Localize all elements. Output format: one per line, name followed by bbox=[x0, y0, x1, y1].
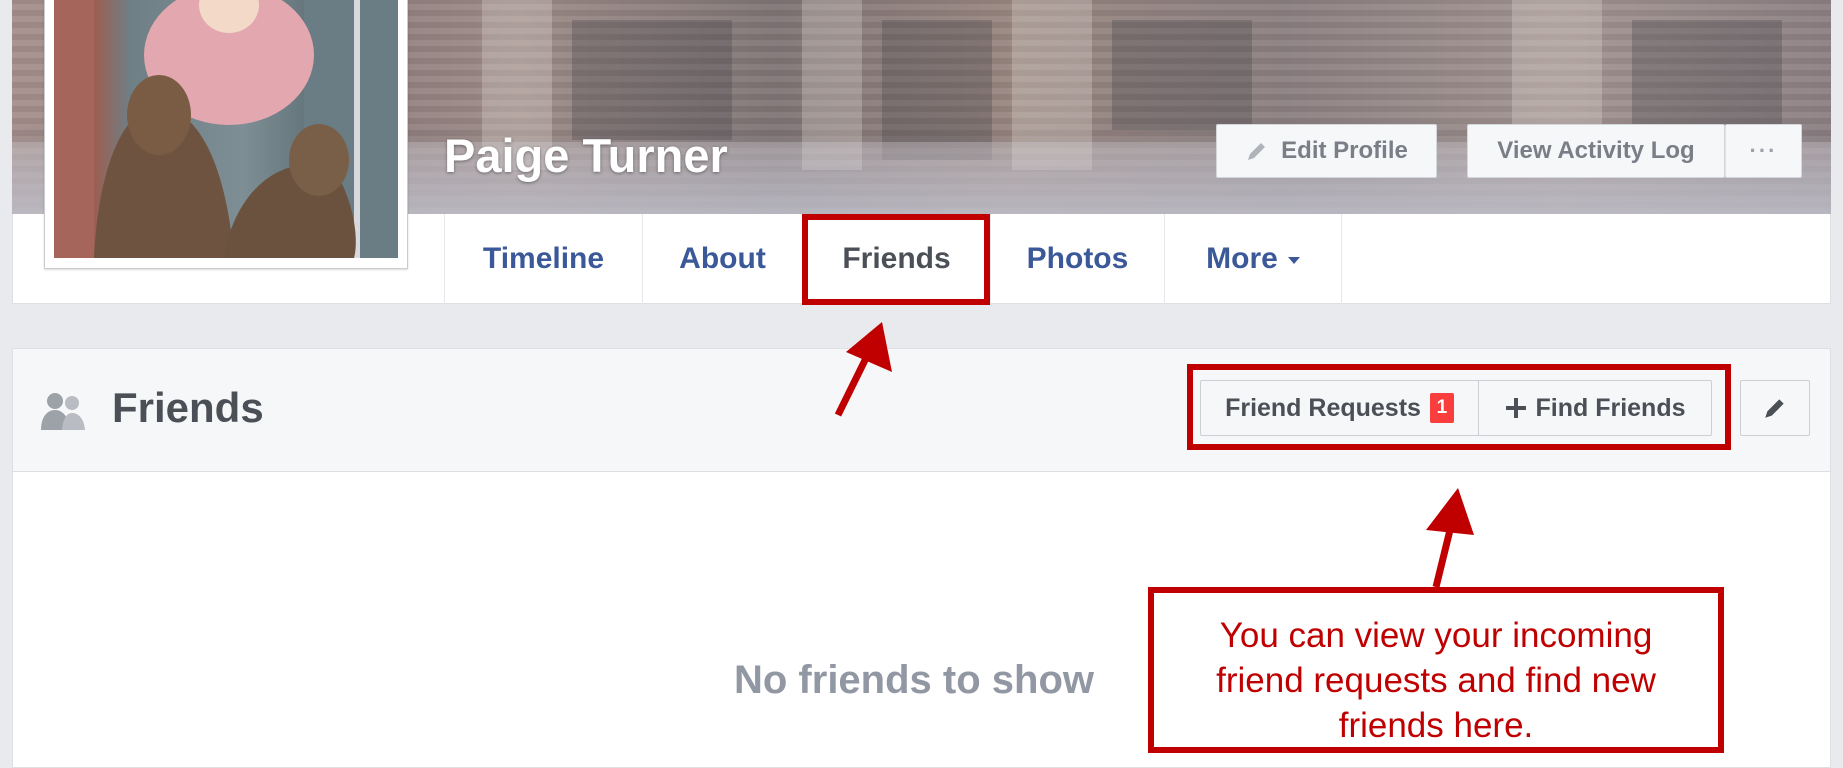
tab-about-label: About bbox=[679, 242, 766, 275]
statue-image bbox=[54, 0, 398, 258]
tab-photos-label: Photos bbox=[1026, 242, 1129, 275]
friends-icon bbox=[41, 393, 85, 430]
friend-actions-highlight bbox=[1187, 364, 1731, 450]
edit-profile-label: Edit Profile bbox=[1281, 137, 1408, 164]
tab-photos[interactable]: Photos bbox=[990, 214, 1164, 304]
tutorial-callout: You can view your incoming friend reques… bbox=[1148, 587, 1724, 753]
profile-name[interactable]: Paige Turner bbox=[444, 128, 728, 183]
tab-timeline-label: Timeline bbox=[482, 242, 605, 275]
friends-panel-title: Friends bbox=[112, 384, 264, 431]
tab-more-label: More bbox=[1206, 242, 1278, 275]
tab-more[interactable]: More bbox=[1164, 214, 1342, 304]
profile-picture[interactable] bbox=[54, 0, 398, 258]
view-activity-log-button[interactable]: View Activity Log bbox=[1467, 124, 1725, 178]
pencil-icon bbox=[1248, 143, 1266, 160]
empty-state-message: No friends to show bbox=[734, 658, 1094, 702]
caret-down-icon bbox=[1287, 256, 1300, 264]
pencil-icon bbox=[1765, 399, 1784, 418]
more-options-button[interactable]: ··· bbox=[1725, 124, 1802, 178]
view-activity-log-label: View Activity Log bbox=[1497, 137, 1695, 164]
edit-profile-button[interactable]: Edit Profile bbox=[1216, 124, 1437, 178]
edit-friends-button[interactable] bbox=[1740, 380, 1810, 436]
more-dots-icon: ··· bbox=[1749, 138, 1778, 163]
friends-tab-highlight bbox=[802, 214, 990, 305]
tab-timeline[interactable]: Timeline bbox=[444, 214, 642, 304]
tab-about[interactable]: About bbox=[642, 214, 802, 304]
